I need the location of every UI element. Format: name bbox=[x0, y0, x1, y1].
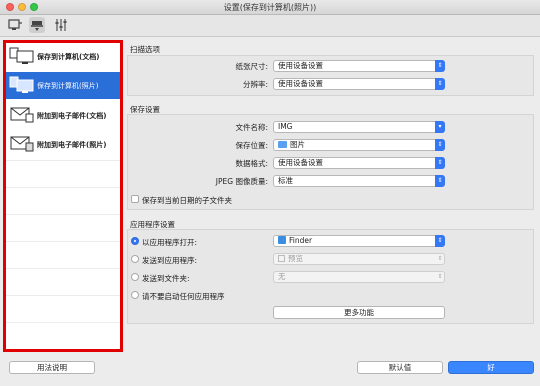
sidebar-divider bbox=[6, 187, 120, 188]
sidebar-divider bbox=[6, 268, 120, 269]
paper-size-select[interactable]: 使用设备设置 ⇕ bbox=[273, 60, 445, 72]
scan-options-title: 扫描选项 bbox=[130, 45, 160, 54]
sidebar-divider bbox=[6, 160, 120, 161]
open-with-label: 以应用程序打开: bbox=[142, 238, 198, 247]
chevron-updown-icon: ⇕ bbox=[435, 235, 445, 247]
finder-icon bbox=[278, 236, 286, 244]
chevron-updown-icon: ⇕ bbox=[435, 175, 445, 187]
sidebar-item-label: 附加到电子邮件(照片) bbox=[37, 141, 107, 149]
sidebar-item-email-photo[interactable]: 附加到电子邮件(照片) bbox=[6, 131, 120, 158]
open-with-radio[interactable] bbox=[131, 237, 139, 245]
jpeg-quality-label: JPEG 图像质量: bbox=[215, 177, 268, 186]
chevron-updown-icon: ⇕ bbox=[435, 78, 445, 90]
data-format-value: 使用设备设置 bbox=[278, 158, 323, 167]
title-bar: 设置(保存到计算机(照片)) bbox=[0, 0, 540, 15]
open-with-value: Finder bbox=[289, 236, 313, 245]
email-photo-icon bbox=[9, 134, 35, 154]
jpeg-quality-select[interactable]: 标准 ⇕ bbox=[273, 175, 445, 187]
defaults-button[interactable]: 默认值 bbox=[357, 361, 443, 374]
more-functions-button[interactable]: 更多功能 bbox=[273, 306, 445, 319]
send-to-app-select[interactable]: 预览 ⇕ bbox=[273, 253, 445, 265]
save-location-select[interactable]: 图片 ⇕ bbox=[273, 139, 445, 151]
send-to-folder-value: 无 bbox=[278, 272, 286, 281]
subfolder-label: 保存到当前日期的子文件夹 bbox=[142, 196, 232, 205]
sidebar-item-label: 附加到电子邮件(文档) bbox=[37, 112, 107, 120]
sidebar-divider bbox=[6, 214, 120, 215]
do-not-start-label: 请不要启动任何应用程序 bbox=[142, 292, 225, 301]
sidebar-item-label: 保存到计算机(文档) bbox=[37, 53, 100, 61]
chevron-updown-icon: ⇕ bbox=[435, 139, 445, 151]
chevron-updown-icon: ⇕ bbox=[435, 157, 445, 169]
save-location-value: 图片 bbox=[290, 140, 305, 149]
sidebar-divider bbox=[6, 241, 120, 242]
preview-app-icon bbox=[278, 255, 285, 262]
sidebar-divider bbox=[6, 322, 120, 323]
toolbar bbox=[0, 15, 540, 37]
email-document-icon bbox=[9, 105, 35, 125]
open-with-select[interactable]: Finder ⇕ bbox=[273, 235, 445, 247]
computer-photo-icon bbox=[9, 75, 35, 95]
sidebar-item-save-document[interactable]: 保存到计算机(文档) bbox=[6, 43, 120, 70]
general-settings-icon[interactable] bbox=[53, 17, 69, 33]
file-name-value: IMG bbox=[278, 122, 293, 131]
scan-from-panel-icon[interactable] bbox=[29, 17, 45, 33]
do-not-start-radio[interactable] bbox=[131, 291, 139, 299]
sidebar-item-email-document[interactable]: 附加到电子邮件(文档) bbox=[6, 102, 120, 129]
paper-size-label: 纸张尺寸: bbox=[235, 62, 268, 71]
ok-button[interactable]: 好 bbox=[448, 361, 534, 374]
file-name-select[interactable]: IMG ▾ bbox=[273, 121, 445, 133]
resolution-select[interactable]: 使用设备设置 ⇕ bbox=[273, 78, 445, 90]
send-to-folder-select[interactable]: 无 ⇕ bbox=[273, 271, 445, 283]
data-format-label: 数据格式: bbox=[235, 159, 268, 168]
sidebar-item-label: 保存到计算机(照片) bbox=[37, 82, 99, 90]
send-to-app-value: 预览 bbox=[288, 254, 303, 263]
send-to-app-label: 发送到应用程序: bbox=[142, 256, 198, 265]
chevron-down-icon: ▾ bbox=[435, 121, 445, 133]
send-to-app-radio[interactable] bbox=[131, 255, 139, 263]
help-button[interactable]: 用法说明 bbox=[9, 361, 95, 374]
save-location-label: 保存位置: bbox=[235, 141, 268, 150]
sidebar: 保存到计算机(文档) 保存到计算机(照片) 附加到电子邮件(文档) 附加到电子邮… bbox=[3, 40, 123, 352]
chevron-updown-icon: ⇕ bbox=[437, 273, 443, 280]
sidebar-divider bbox=[6, 295, 120, 296]
chevron-updown-icon: ⇕ bbox=[437, 255, 443, 262]
scan-from-computer-icon[interactable] bbox=[7, 17, 23, 33]
paper-size-value: 使用设备设置 bbox=[278, 61, 323, 70]
computer-document-icon bbox=[9, 46, 35, 66]
chevron-updown-icon: ⇕ bbox=[435, 60, 445, 72]
sidebar-item-save-photo[interactable]: 保存到计算机(照片) bbox=[6, 72, 120, 99]
resolution-label: 分辨率: bbox=[242, 80, 268, 89]
subfolder-checkbox[interactable] bbox=[131, 195, 139, 203]
send-to-folder-radio[interactable] bbox=[131, 273, 139, 281]
resolution-value: 使用设备设置 bbox=[278, 79, 323, 88]
window-title: 设置(保存到计算机(照片)) bbox=[223, 3, 317, 12]
data-format-select[interactable]: 使用设备设置 ⇕ bbox=[273, 157, 445, 169]
send-to-folder-label: 发送到文件夹: bbox=[142, 274, 190, 283]
folder-icon bbox=[278, 141, 287, 148]
file-name-label: 文件名称: bbox=[235, 123, 268, 132]
jpeg-quality-value: 标准 bbox=[278, 176, 293, 185]
